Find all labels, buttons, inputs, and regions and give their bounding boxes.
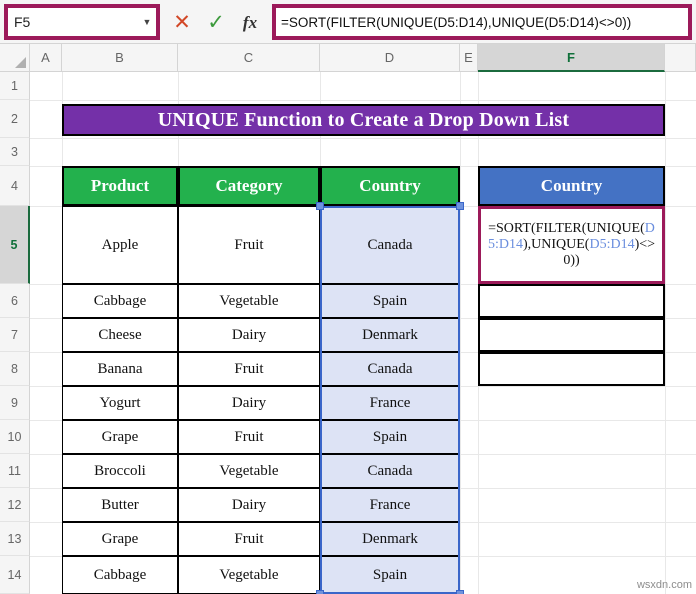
- gridline-vertical: [665, 72, 666, 594]
- row-header-4[interactable]: 4: [0, 166, 30, 206]
- cell-product-row8[interactable]: Banana: [62, 352, 178, 386]
- name-box-value: F5: [14, 15, 31, 29]
- enter-button[interactable]: ✓: [202, 8, 230, 36]
- cell-product-row10[interactable]: Grape: [62, 420, 178, 454]
- cancel-button[interactable]: ✕: [168, 8, 196, 36]
- chevron-down-icon[interactable]: ▼: [138, 8, 156, 36]
- row-header-11[interactable]: 11: [0, 454, 30, 488]
- cell-product-row12[interactable]: Butter: [62, 488, 178, 522]
- output-header-country[interactable]: Country: [478, 166, 665, 206]
- cell-product-row9[interactable]: Yogurt: [62, 386, 178, 420]
- cell-category-row5[interactable]: Fruit: [178, 206, 320, 284]
- cell-country-row9[interactable]: France: [320, 386, 460, 420]
- cell-product-row6[interactable]: Cabbage: [62, 284, 178, 318]
- formula-input-value: =SORT(FILTER(UNIQUE(D5:D14),UNIQUE(D5:D1…: [281, 14, 632, 30]
- cell-category-row6[interactable]: Vegetable: [178, 284, 320, 318]
- cell-category-row14[interactable]: Vegetable: [178, 556, 320, 594]
- column-header-c[interactable]: C: [178, 44, 320, 72]
- formula-input[interactable]: =SORT(FILTER(UNIQUE(D5:D14),UNIQUE(D5:D1…: [272, 4, 692, 40]
- column-header-filler: [665, 44, 696, 72]
- row-header-8[interactable]: 8: [0, 352, 30, 386]
- select-all-corner[interactable]: [0, 44, 30, 72]
- gridline-horizontal: [30, 138, 696, 139]
- row-header-7[interactable]: 7: [0, 318, 30, 352]
- active-cell-formula-text: =SORT(FILTER(UNIQUE(D5:D14),UNIQUE(D5:D1…: [483, 221, 660, 268]
- spreadsheet-grid[interactable]: UNIQUE Function to Create a Drop Down Li…: [30, 72, 696, 594]
- gridline-horizontal: [30, 100, 696, 101]
- column-header-d[interactable]: D: [320, 44, 460, 72]
- row-header-12[interactable]: 12: [0, 488, 30, 522]
- column-header-a[interactable]: A: [30, 44, 62, 72]
- excel-window: F5 ▼ ✕ ✓ fx =SORT(FILTER(UNIQUE(D5:D14),…: [0, 0, 696, 594]
- cell-category-row10[interactable]: Fruit: [178, 420, 320, 454]
- formula-bar: F5 ▼ ✕ ✓ fx =SORT(FILTER(UNIQUE(D5:D14),…: [0, 0, 696, 44]
- title-banner-text: UNIQUE Function to Create a Drop Down Li…: [157, 108, 570, 131]
- cell-category-row7[interactable]: Dairy: [178, 318, 320, 352]
- row-header-2[interactable]: 2: [0, 100, 30, 138]
- cell-country-row7[interactable]: Denmark: [320, 318, 460, 352]
- cell-product-row11[interactable]: Broccoli: [62, 454, 178, 488]
- table-header-country-2[interactable]: Country: [320, 166, 460, 206]
- cell-category-row8[interactable]: Fruit: [178, 352, 320, 386]
- output-cell-f6[interactable]: [478, 284, 665, 318]
- selection-handle-bottom-left[interactable]: [316, 590, 324, 594]
- cell-product-row7[interactable]: Cheese: [62, 318, 178, 352]
- cell-category-row11[interactable]: Vegetable: [178, 454, 320, 488]
- cell-country-row5[interactable]: Canada: [320, 206, 460, 284]
- name-box[interactable]: F5 ▼: [4, 4, 160, 40]
- cell-product-row14[interactable]: Cabbage: [62, 556, 178, 594]
- cell-country-row14[interactable]: Spain: [320, 556, 460, 594]
- column-header-e[interactable]: E: [460, 44, 478, 72]
- formula-text: =SORT(FILTER(UNI: [488, 221, 612, 237]
- output-cell-f7[interactable]: [478, 318, 665, 352]
- output-cell-f8[interactable]: [478, 352, 665, 386]
- column-header-b[interactable]: B: [62, 44, 178, 72]
- formula-text: UE(: [566, 237, 590, 253]
- formula-cell-reference: D5:D14: [589, 237, 635, 253]
- row-header-1[interactable]: 1: [0, 72, 30, 100]
- cell-country-row10[interactable]: Spain: [320, 420, 460, 454]
- active-cell-f5[interactable]: =SORT(FILTER(UNIQUE(D5:D14),UNIQUE(D5:D1…: [478, 206, 665, 284]
- table-header-product-0[interactable]: Product: [62, 166, 178, 206]
- cell-product-row5[interactable]: Apple: [62, 206, 178, 284]
- column-header-row: ABCDEF: [0, 44, 696, 72]
- gridline-vertical: [460, 72, 461, 594]
- cell-country-row11[interactable]: Canada: [320, 454, 460, 488]
- row-header-14[interactable]: 14: [0, 556, 30, 594]
- formula-text: QUE(: [611, 221, 645, 237]
- row-header-9[interactable]: 9: [0, 386, 30, 420]
- cell-country-row12[interactable]: France: [320, 488, 460, 522]
- row-header-6[interactable]: 6: [0, 284, 30, 318]
- watermark: wsxdn.com: [636, 579, 692, 591]
- cell-country-row13[interactable]: Denmark: [320, 522, 460, 556]
- cell-category-row12[interactable]: Dairy: [178, 488, 320, 522]
- table-header-category-1[interactable]: Category: [178, 166, 320, 206]
- column-header-f[interactable]: F: [478, 44, 665, 72]
- selection-handle-top-left[interactable]: [316, 202, 324, 210]
- cell-country-row6[interactable]: Spain: [320, 284, 460, 318]
- row-header-10[interactable]: 10: [0, 420, 30, 454]
- selection-handle-top-right[interactable]: [456, 202, 464, 210]
- cell-category-row13[interactable]: Fruit: [178, 522, 320, 556]
- row-header-column: 1 2 3 4 5 6 7 8 9 10 11 12 13 14: [0, 72, 30, 594]
- insert-function-icon[interactable]: fx: [236, 8, 264, 36]
- cell-product-row13[interactable]: Grape: [62, 522, 178, 556]
- formula-text: ),UNIQ: [522, 237, 567, 253]
- title-banner: UNIQUE Function to Create a Drop Down Li…: [62, 104, 665, 136]
- cell-category-row9[interactable]: Dairy: [178, 386, 320, 420]
- row-header-3[interactable]: 3: [0, 138, 30, 166]
- row-header-5[interactable]: 5: [0, 206, 30, 284]
- row-header-13[interactable]: 13: [0, 522, 30, 556]
- selection-handle-bottom-right[interactable]: [456, 590, 464, 594]
- cell-country-row8[interactable]: Canada: [320, 352, 460, 386]
